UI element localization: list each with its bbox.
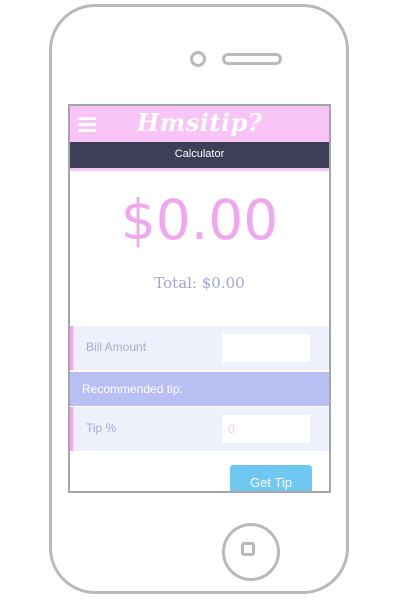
get-tip-button[interactable]: Get Tip [230,465,312,491]
camera-icon [190,51,206,67]
nav-accent-line [70,168,329,171]
stage: Hmsitip? Calculator $0.00 Total: $0.00 B… [0,0,400,600]
row-accent [70,326,73,370]
tip-amount-display: $0.00 [120,188,279,252]
home-square-icon [241,542,255,556]
bill-amount-input[interactable] [222,334,310,362]
tip-percent-label: Tip % [86,421,117,435]
nav-bar: Calculator [70,142,329,168]
row-accent [70,407,73,451]
hamburger-menu-icon[interactable] [78,117,96,132]
bill-amount-label: Bill Amount [86,340,147,354]
recommended-tip-bar: Recommended tip: [70,372,329,406]
tip-percent-input[interactable] [222,415,310,443]
recommended-tip-label: Recommended tip: [82,382,183,396]
tip-percent-row: Tip % [70,407,329,451]
nav-title: Calculator [174,148,225,160]
app-screen: Hmsitip? Calculator $0.00 Total: $0.00 B… [68,104,331,493]
total-display: Total: $0.00 [154,274,245,292]
app-logo: Hmsitip? [136,108,263,137]
app-header: Hmsitip? [70,106,329,142]
bill-amount-row: Bill Amount [70,326,329,370]
home-button[interactable] [222,523,280,581]
speaker-icon [222,53,282,65]
